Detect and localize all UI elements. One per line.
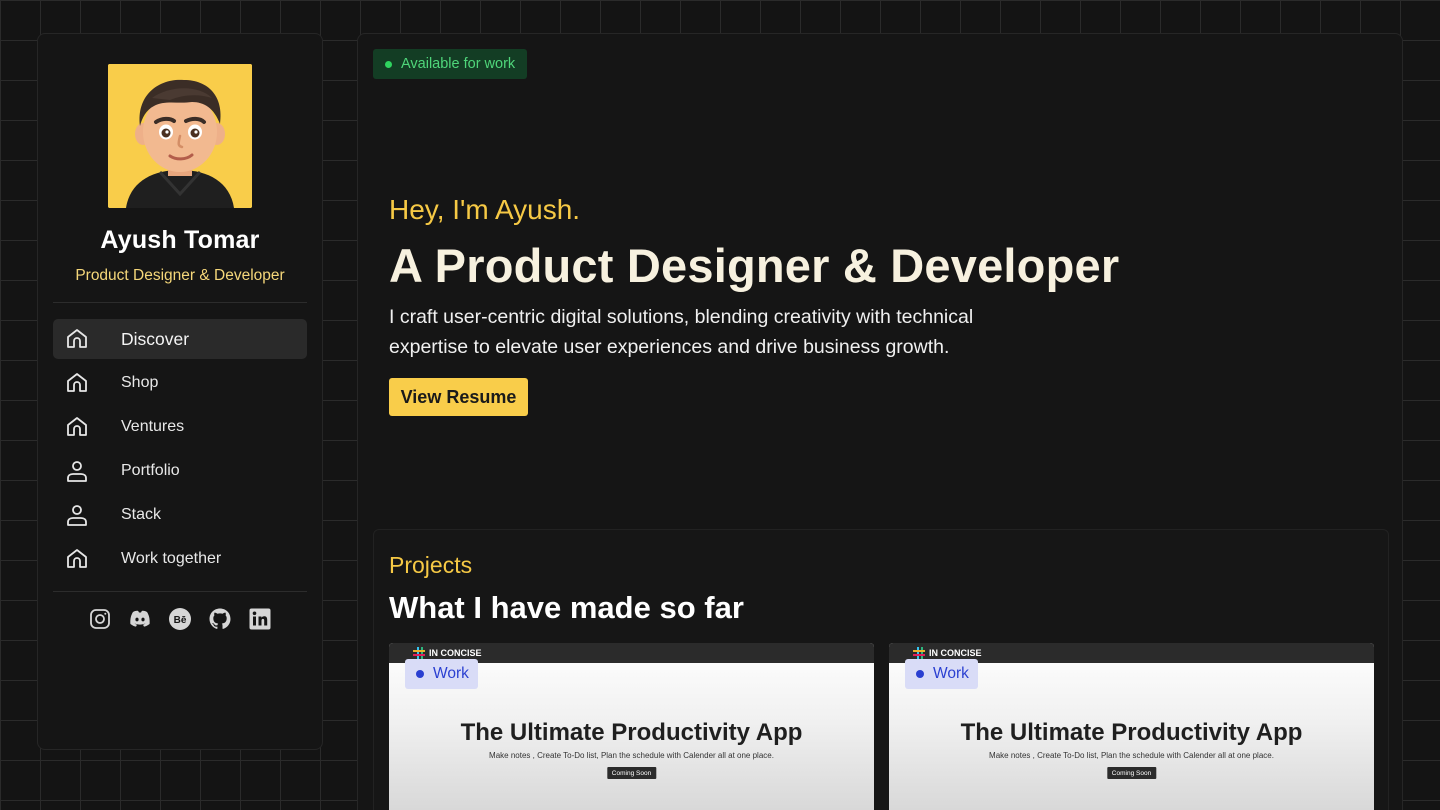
- tag-dot-icon: [916, 670, 924, 678]
- status-dot-icon: [385, 60, 392, 68]
- card-logo: IN CONCISE: [413, 647, 482, 659]
- nav-label: Portfolio: [121, 462, 180, 479]
- github-icon[interactable]: [208, 607, 232, 631]
- nav-item-work-together[interactable]: Work together: [53, 539, 307, 579]
- social-links: Bē: [53, 607, 307, 631]
- view-resume-button[interactable]: View Resume: [389, 378, 528, 416]
- sidebar-nav: Discover Shop Ventures Portfolio Stack W…: [53, 319, 307, 579]
- card-cta: Coming Soon: [606, 767, 657, 779]
- profile-role: Product Designer & Developer: [75, 267, 285, 284]
- project-card[interactable]: IN CONCISE Work The Ultimate Productivit…: [389, 643, 874, 810]
- nav-label: Work together: [121, 550, 222, 567]
- availability-text: Available for work: [401, 56, 516, 72]
- projects-title: What I have made so far: [389, 590, 744, 625]
- sidebar-divider: [53, 591, 307, 592]
- tag-dot-icon: [416, 670, 424, 678]
- card-headline: The Ultimate Productivity App: [960, 719, 1303, 746]
- behance-icon[interactable]: Bē: [168, 607, 192, 631]
- nav-item-discover[interactable]: Discover: [53, 319, 307, 359]
- avatar: [108, 64, 252, 208]
- card-headline: The Ultimate Productivity App: [460, 719, 803, 746]
- home-icon: [65, 415, 89, 439]
- linkedin-icon[interactable]: [248, 607, 272, 631]
- projects-kicker: Projects: [389, 552, 473, 578]
- home-icon: [65, 547, 89, 571]
- user-icon: [65, 503, 89, 527]
- hero-title: A Product Designer & Developer: [389, 239, 1120, 292]
- nav-item-stack[interactable]: Stack: [53, 495, 307, 535]
- work-tag: Work: [405, 659, 478, 689]
- nav-label: Stack: [121, 506, 162, 523]
- card-brand: IN CONCISE: [929, 648, 982, 658]
- discord-icon[interactable]: [128, 607, 152, 631]
- slack-logo-icon: [913, 647, 925, 659]
- user-icon: [65, 459, 89, 483]
- work-tag: Work: [905, 659, 978, 689]
- nav-label: Shop: [121, 374, 159, 391]
- home-icon: [65, 327, 89, 351]
- nav-label: Discover: [121, 328, 190, 349]
- nav-label: Ventures: [121, 418, 185, 435]
- sidebar: Ayush Tomar Product Designer & Developer…: [37, 33, 323, 750]
- tag-label: Work: [933, 665, 969, 682]
- hero-greeting: Hey, I'm Ayush.: [389, 194, 581, 225]
- slack-logo-icon: [413, 647, 425, 659]
- home-icon: [65, 371, 89, 395]
- tag-label: Work: [433, 665, 469, 682]
- project-card[interactable]: IN CONCISE Work The Ultimate Productivit…: [889, 643, 1374, 810]
- card-subtext: Make notes , Create To-Do list, Plan the…: [489, 751, 774, 760]
- main-panel: Available for work Hey, I'm Ayush. A Pro…: [357, 33, 1403, 810]
- nav-item-portfolio[interactable]: Portfolio: [53, 451, 307, 491]
- svg-text:Bē: Bē: [174, 615, 187, 626]
- card-subtext: Make notes , Create To-Do list, Plan the…: [989, 751, 1274, 760]
- nav-item-ventures[interactable]: Ventures: [53, 407, 307, 447]
- card-brand: IN CONCISE: [429, 648, 482, 658]
- avatar-illustration: [108, 64, 252, 208]
- sidebar-divider: [53, 302, 307, 303]
- nav-item-shop[interactable]: Shop: [53, 363, 307, 403]
- profile-name: Ayush Tomar: [100, 226, 260, 254]
- availability-badge: Available for work: [373, 49, 527, 79]
- hero-description: I craft user-centric digital solutions, …: [389, 306, 974, 358]
- card-cta: Coming Soon: [1106, 767, 1157, 779]
- instagram-icon[interactable]: [88, 607, 112, 631]
- card-logo: IN CONCISE: [913, 647, 982, 659]
- projects-section: Projects What I have made so far IN CONC…: [373, 529, 1389, 810]
